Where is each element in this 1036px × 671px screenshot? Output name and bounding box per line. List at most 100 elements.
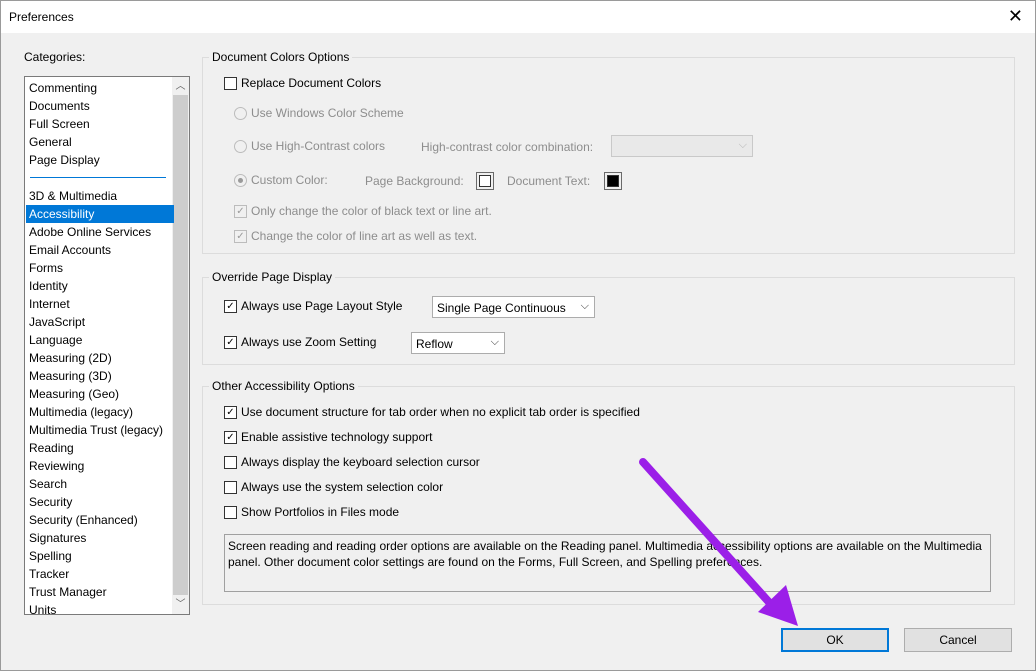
zoom-select[interactable]: Reflow ⌵ bbox=[411, 332, 505, 354]
category-item[interactable]: 3D & Multimedia bbox=[26, 187, 174, 205]
accessibility-option-checkbox[interactable]: ✓ bbox=[224, 430, 237, 444]
category-item[interactable]: Security (Enhanced) bbox=[26, 511, 174, 529]
category-item[interactable]: JavaScript bbox=[26, 313, 174, 331]
override-page-display-title: Override Page Display bbox=[209, 270, 336, 284]
category-item[interactable]: Signatures bbox=[26, 529, 174, 547]
change-line-art-checkbox: ✓ bbox=[234, 229, 247, 243]
category-item[interactable]: Search bbox=[26, 475, 174, 493]
accessibility-option-checkbox[interactable]: ✓ bbox=[224, 405, 237, 419]
category-item[interactable]: Reading bbox=[26, 439, 174, 457]
high-contrast-combo-label: High-contrast color combination: bbox=[421, 140, 594, 154]
replace-colors-row[interactable]: Replace Document Colors bbox=[224, 76, 381, 90]
category-item[interactable]: Language bbox=[26, 331, 174, 349]
document-text-label: Document Text: bbox=[507, 174, 591, 188]
change-line-art-label: Change the color of line art as well as … bbox=[251, 229, 478, 243]
page-layout-checkbox[interactable]: ✓ bbox=[224, 299, 237, 313]
category-item[interactable]: Internet bbox=[26, 295, 174, 313]
accessibility-option-row[interactable]: ✓ Use document structure for tab order wh… bbox=[224, 405, 640, 419]
categories-label: Categories: bbox=[24, 50, 86, 64]
only-change-black-row: ✓ Only change the color of black text or… bbox=[234, 204, 492, 218]
categories-separator bbox=[30, 177, 166, 178]
category-item[interactable]: Multimedia Trust (legacy) bbox=[26, 421, 174, 439]
zoom-value: Reflow bbox=[416, 337, 453, 351]
category-item[interactable]: Forms bbox=[26, 259, 174, 277]
windows-scheme-label: Use Windows Color Scheme bbox=[251, 106, 404, 120]
accessibility-option-row[interactable]: Always use the system selection color bbox=[224, 480, 443, 494]
change-line-art-row: ✓ Change the color of line art as well a… bbox=[234, 229, 477, 243]
close-icon[interactable]: ✕ bbox=[1008, 7, 1023, 25]
windows-scheme-radio bbox=[234, 106, 247, 120]
category-item[interactable]: Multimedia (legacy) bbox=[26, 403, 174, 421]
accessibility-option-checkbox[interactable] bbox=[224, 455, 237, 469]
accessibility-option-label: Always display the keyboard selection cu… bbox=[241, 455, 480, 469]
category-item[interactable]: Documents bbox=[26, 97, 174, 115]
zoom-label: Always use Zoom Setting bbox=[241, 335, 377, 349]
category-item[interactable]: Commenting bbox=[26, 79, 174, 97]
accessibility-option-checkbox[interactable] bbox=[224, 505, 237, 519]
category-item[interactable]: Measuring (Geo) bbox=[26, 385, 174, 403]
scroll-down-icon[interactable]: ﹀ bbox=[172, 596, 189, 613]
cancel-button[interactable]: Cancel bbox=[904, 628, 1012, 652]
accessibility-option-label: Enable assistive technology support bbox=[241, 430, 433, 444]
accessibility-option-row[interactable]: ✓ Enable assistive technology support bbox=[224, 430, 432, 444]
custom-color-label: Custom Color: bbox=[251, 173, 328, 187]
scroll-thumb[interactable] bbox=[173, 95, 188, 595]
high-contrast-radio bbox=[234, 139, 247, 153]
high-contrast-combo: ⌵ bbox=[611, 135, 753, 157]
category-item[interactable]: Units bbox=[26, 601, 174, 614]
chevron-down-icon: ⌵ bbox=[490, 336, 499, 348]
accessibility-option-row[interactable]: Show Portfolios in Files mode bbox=[224, 505, 399, 519]
page-layout-select[interactable]: Single Page Continuous ⌵ bbox=[432, 296, 595, 318]
title-bar: Preferences ✕ bbox=[1, 1, 1035, 33]
accessibility-option-label: Always use the system selection color bbox=[241, 480, 444, 494]
dialog-title: Preferences bbox=[9, 10, 74, 24]
category-item[interactable]: Adobe Online Services bbox=[26, 223, 174, 241]
categories-list[interactable]: ︿ ﹀ Commenting Documents Full Screen Genera… bbox=[24, 76, 190, 615]
only-change-black-checkbox: ✓ bbox=[234, 204, 247, 218]
chevron-down-icon: ⌵ bbox=[738, 139, 747, 151]
zoom-row[interactable]: ✓ Always use Zoom Setting bbox=[224, 335, 376, 349]
accessibility-option-checkbox[interactable] bbox=[224, 480, 237, 494]
document-text-color bbox=[607, 175, 619, 187]
page-background-label: Page Background: bbox=[365, 174, 464, 188]
chevron-down-icon: ⌵ bbox=[580, 300, 589, 312]
categories-scrollbar[interactable]: ︿ ﹀ bbox=[172, 77, 189, 614]
document-colors-title: Document Colors Options bbox=[209, 50, 353, 64]
high-contrast-row: Use High-Contrast colors bbox=[234, 139, 385, 153]
category-item[interactable]: Trust Manager bbox=[26, 583, 174, 601]
accessibility-option-row[interactable]: Always display the keyboard selection cu… bbox=[224, 455, 480, 469]
zoom-checkbox[interactable]: ✓ bbox=[224, 335, 237, 349]
scroll-up-icon[interactable]: ︿ bbox=[172, 78, 189, 95]
accessibility-info-text: Screen reading and reading order options… bbox=[224, 534, 991, 592]
windows-scheme-row: Use Windows Color Scheme bbox=[234, 106, 404, 120]
category-item[interactable]: Security bbox=[26, 493, 174, 511]
replace-colors-label: Replace Document Colors bbox=[241, 76, 382, 90]
category-item[interactable]: Email Accounts bbox=[26, 241, 174, 259]
category-item[interactable]: Reviewing bbox=[26, 457, 174, 475]
category-item[interactable]: General bbox=[26, 133, 174, 151]
category-item[interactable]: Accessibility bbox=[26, 205, 174, 223]
page-layout-row[interactable]: ✓ Always use Page Layout Style bbox=[224, 299, 402, 313]
replace-colors-checkbox[interactable] bbox=[224, 76, 237, 90]
category-item[interactable]: Identity bbox=[26, 277, 174, 295]
page-layout-label: Always use Page Layout Style bbox=[241, 299, 403, 313]
document-text-swatch bbox=[604, 172, 622, 190]
accessibility-option-label: Use document structure for tab order whe… bbox=[241, 405, 640, 419]
category-item[interactable]: Spelling bbox=[26, 547, 174, 565]
custom-color-row: Custom Color: bbox=[234, 173, 328, 187]
preferences-dialog: Preferences ✕ Categories: ︿ ﹀ Commenting… bbox=[0, 0, 1036, 671]
page-background-color bbox=[479, 175, 491, 187]
other-accessibility-title: Other Accessibility Options bbox=[209, 379, 358, 393]
ok-button[interactable]: OK bbox=[781, 628, 889, 652]
category-item[interactable]: Full Screen bbox=[26, 115, 174, 133]
override-page-display-group: Override Page Display bbox=[202, 270, 1015, 365]
only-change-black-label: Only change the color of black text or l… bbox=[251, 204, 492, 218]
category-item[interactable]: Page Display bbox=[26, 151, 174, 169]
page-layout-value: Single Page Continuous bbox=[437, 301, 566, 315]
custom-color-radio bbox=[234, 173, 247, 187]
accessibility-option-label: Show Portfolios in Files mode bbox=[241, 505, 400, 519]
high-contrast-label: Use High-Contrast colors bbox=[251, 139, 386, 153]
category-item[interactable]: Measuring (2D) bbox=[26, 349, 174, 367]
category-item[interactable]: Tracker bbox=[26, 565, 174, 583]
category-item[interactable]: Measuring (3D) bbox=[26, 367, 174, 385]
